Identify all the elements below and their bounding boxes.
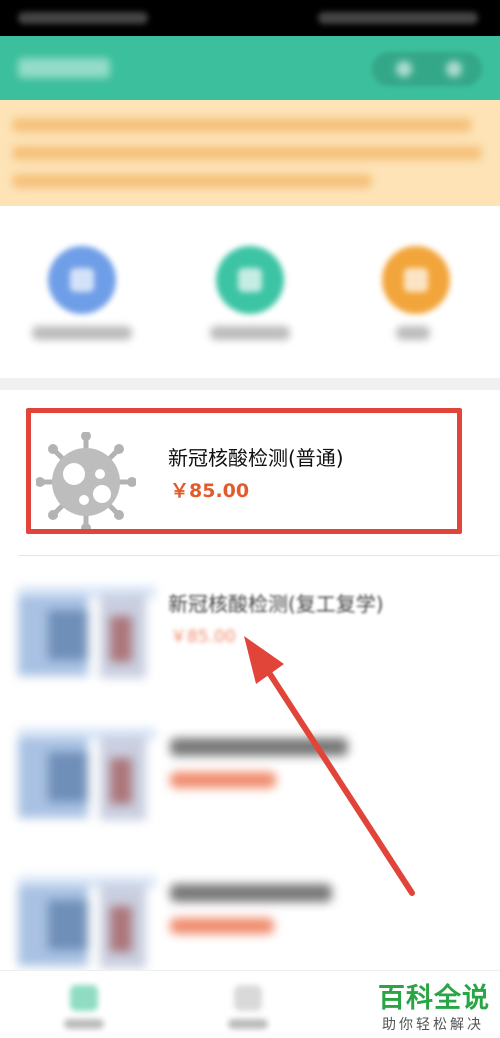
app-screen: 新冠核酸检测(普通) ￥85.00 新冠核酸检测(复工复学) ￥85.00 百科… xyxy=(0,0,500,1038)
report-icon xyxy=(216,246,284,314)
product-title xyxy=(170,738,348,756)
watermark-subtitle: 助你轻松解决 xyxy=(382,1017,484,1033)
watermark: 百科全说 助你轻松解决 xyxy=(368,972,494,1036)
status-bar xyxy=(0,0,500,36)
tab-orders[interactable] xyxy=(208,979,288,1035)
home-icon xyxy=(70,985,98,1011)
quick-menu xyxy=(0,206,500,378)
more-icon[interactable] xyxy=(396,61,412,77)
watermark-title: 百科全说 xyxy=(378,983,490,1014)
highlight-box xyxy=(26,408,462,534)
product-item[interactable]: 新冠核酸检测(复工复学) ￥85.00 xyxy=(0,560,500,706)
header-actions[interactable] xyxy=(372,52,482,86)
card-icon xyxy=(382,246,450,314)
product-price xyxy=(170,772,276,788)
product-item[interactable] xyxy=(0,710,500,856)
orders-icon xyxy=(234,985,262,1011)
app-header xyxy=(0,36,500,100)
product-title: 新冠核酸检测(复工复学) xyxy=(168,592,384,616)
quick-menu-item-appointment[interactable] xyxy=(22,242,142,352)
page-title xyxy=(18,58,110,78)
product-thumbnail xyxy=(18,728,156,826)
product-title xyxy=(170,884,332,902)
notice-banner xyxy=(0,100,500,206)
product-thumbnail xyxy=(18,586,156,684)
quick-menu-item-card[interactable] xyxy=(356,242,476,352)
product-thumbnail xyxy=(18,876,156,974)
product-price xyxy=(170,918,274,934)
calendar-icon xyxy=(48,246,116,314)
close-icon[interactable] xyxy=(446,61,462,77)
product-price: ￥85.00 xyxy=(170,627,236,647)
tab-home[interactable] xyxy=(44,979,124,1035)
quick-menu-item-report[interactable] xyxy=(190,242,310,352)
